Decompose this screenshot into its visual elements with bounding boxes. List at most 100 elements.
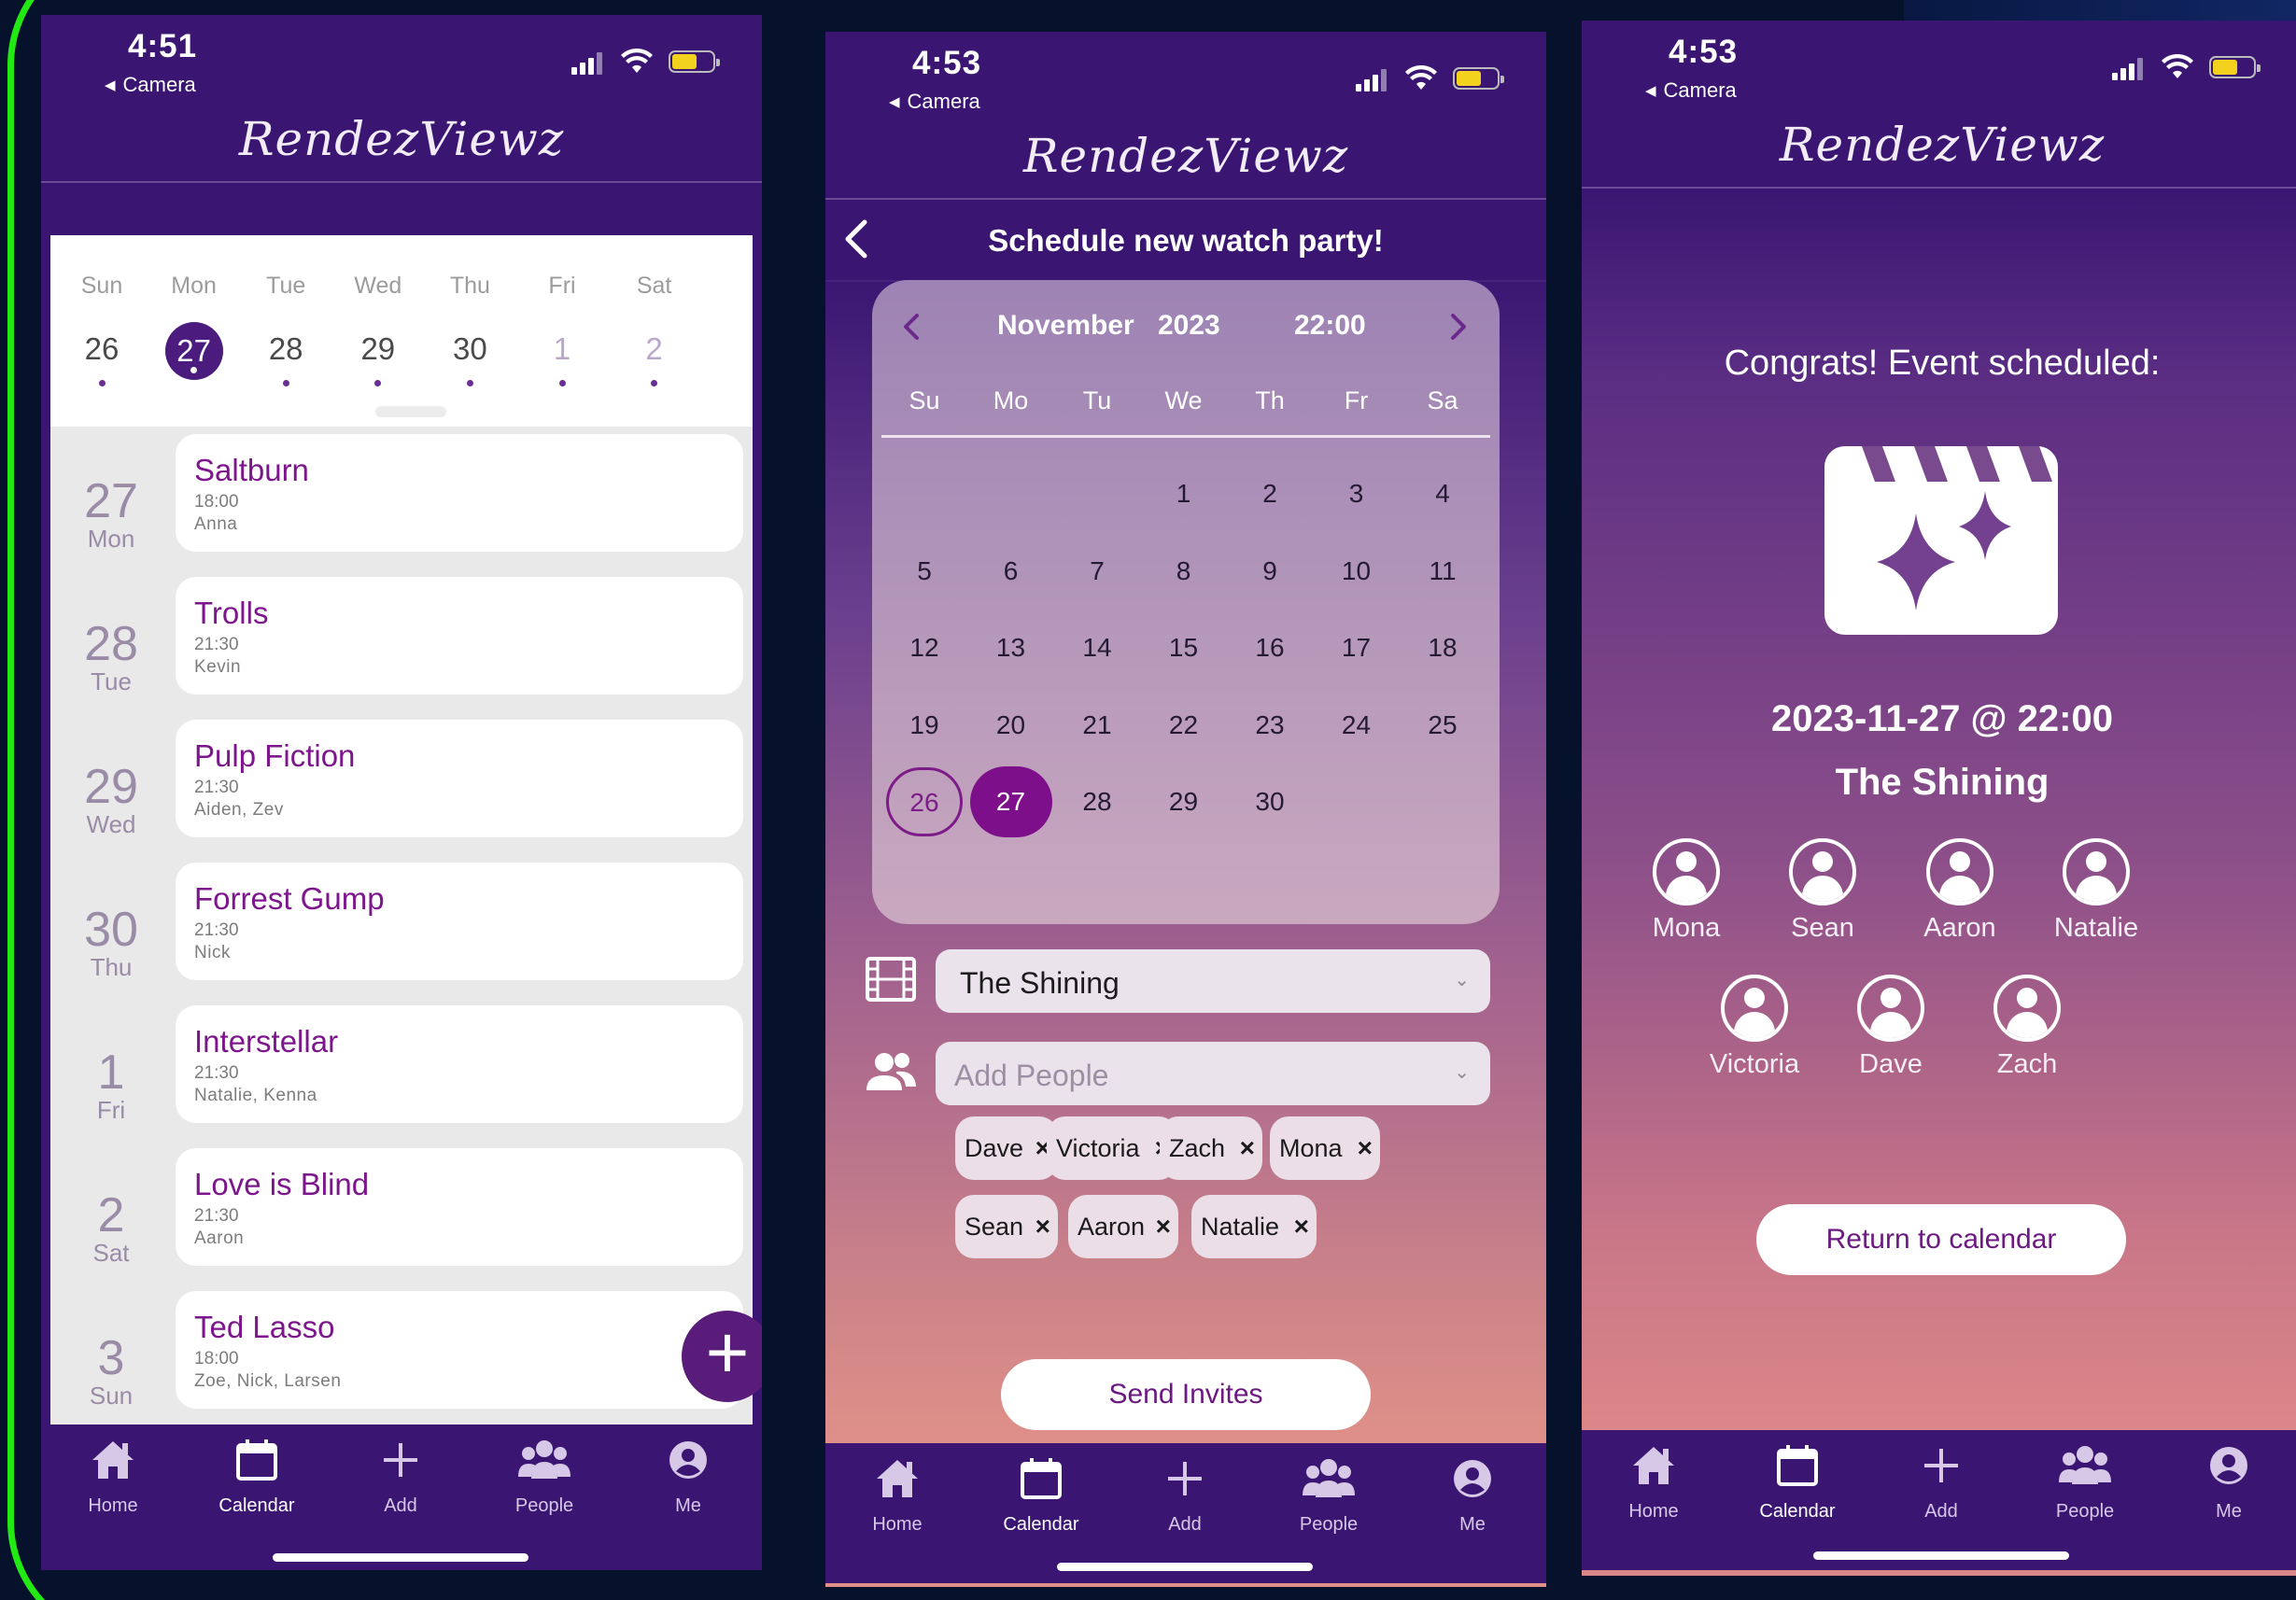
week-day-2[interactable]: Tue 28 <box>244 273 328 386</box>
tab-people[interactable]: People <box>2013 1441 2157 1523</box>
tab-me[interactable]: Me <box>1401 1454 1544 1536</box>
me-icon <box>2157 1441 2296 1495</box>
movie-select[interactable]: The Shining ⌄ <box>936 949 1490 1013</box>
event-card[interactable]: Ted Lasso 18:00 Zoe, Nick, Larsen <box>176 1291 743 1409</box>
tab-people[interactable]: People <box>1257 1454 1401 1536</box>
year-label[interactable]: 2023 <box>1158 310 1220 342</box>
drag-handle[interactable] <box>375 406 446 417</box>
calendar-day[interactable]: 5 <box>881 533 967 610</box>
remove-chip-icon[interactable]: × <box>1294 1195 1309 1258</box>
calendar-day[interactable]: 1 <box>1141 456 1227 532</box>
time-label[interactable]: 22:00 <box>1294 310 1366 342</box>
event-row: 30 Thu Forrest Gump 21:30 Nick <box>50 855 753 980</box>
avatar-icon <box>1653 838 1720 905</box>
calendar-day[interactable]: 24 <box>1314 687 1400 764</box>
event-card[interactable]: Forrest Gump 21:30 Nick <box>176 863 743 980</box>
avatar-icon <box>1789 838 1856 905</box>
prev-month-chevron-icon[interactable] <box>900 308 923 345</box>
attendee-name: Zach <box>1996 1049 2058 1079</box>
calendar-day[interactable]: 3 <box>1314 456 1400 532</box>
calendar-day[interactable]: 21 <box>1054 687 1140 764</box>
back-to-camera-link[interactable]: ◀ Camera <box>889 90 980 114</box>
send-invites-button[interactable]: Send Invites <box>1001 1359 1371 1430</box>
event-day-number: 30 <box>84 903 138 957</box>
remove-chip-icon[interactable]: × <box>1240 1116 1255 1180</box>
calendar-day[interactable]: 28 <box>1054 764 1140 840</box>
event-card[interactable]: Interstellar 21:30 Natalie, Kenna <box>176 1005 743 1123</box>
back-to-camera-link[interactable]: ◀ Camera <box>105 73 196 97</box>
calendar-day[interactable]: 16 <box>1227 610 1313 686</box>
week-day-3[interactable]: Wed 29 <box>336 273 420 386</box>
week-day-4[interactable]: Thu 30 <box>428 273 512 386</box>
tab-calendar[interactable]: Calendar <box>969 1454 1113 1536</box>
add-icon <box>329 1436 472 1490</box>
week-day-0[interactable]: Sun 26 <box>60 273 144 386</box>
week-day-name: Mon <box>171 273 217 299</box>
calendar-day[interactable]: 18 <box>1400 610 1486 686</box>
calendar-day[interactable]: 17 <box>1314 610 1400 686</box>
tab-calendar[interactable]: Calendar <box>185 1436 329 1517</box>
tab-home[interactable]: Home <box>41 1436 185 1517</box>
event-card[interactable]: Love is Blind 21:30 Aaron <box>176 1148 743 1266</box>
calendar-day[interactable]: 4 <box>1400 456 1486 532</box>
tab-home[interactable]: Home <box>1582 1441 1726 1523</box>
tab-people[interactable]: People <box>472 1436 616 1517</box>
event-card[interactable]: Saltburn 18:00 Anna <box>176 434 743 552</box>
calendar-day[interactable]: 12 <box>881 610 967 686</box>
tab-me[interactable]: Me <box>2157 1441 2296 1523</box>
calendar-day[interactable]: 29 <box>1141 764 1227 840</box>
week-day-6[interactable]: Sat 2 <box>613 273 697 386</box>
tab-me[interactable]: Me <box>616 1436 760 1517</box>
event-people: Natalie, Kenna <box>194 1086 317 1105</box>
week-day-name: Tue <box>266 273 306 299</box>
remove-chip-icon[interactable]: × <box>1156 1195 1171 1258</box>
calendar-day[interactable]: 23 <box>1227 687 1313 764</box>
event-people: Aiden, Zev <box>194 800 284 820</box>
calendar-day[interactable]: 14 <box>1054 610 1140 686</box>
calendar-day[interactable]: 20 <box>968 687 1054 764</box>
calendar-day[interactable]: 10 <box>1314 533 1400 610</box>
tab-add[interactable]: Add <box>1113 1454 1257 1536</box>
calendar-day[interactable]: 7 <box>1054 533 1140 610</box>
attendee-name: Victoria <box>1709 1049 1800 1079</box>
calendar-day[interactable]: 9 <box>1227 533 1313 610</box>
add-people-select[interactable]: Add People ⌄ <box>936 1042 1490 1105</box>
calendar-day[interactable]: 25 <box>1400 687 1486 764</box>
event-day-name: Sun <box>89 1382 134 1410</box>
next-month-chevron-icon[interactable] <box>1447 308 1470 345</box>
tab-calendar[interactable]: Calendar <box>1726 1441 1869 1523</box>
calendar-day[interactable]: 30 <box>1227 764 1313 840</box>
remove-chip-icon[interactable]: × <box>1358 1116 1373 1180</box>
person-chip: Victoria× <box>1047 1116 1177 1180</box>
remove-chip-icon[interactable]: × <box>1035 1195 1050 1258</box>
attendee-name: Aaron <box>1923 913 1996 943</box>
home-icon <box>41 1436 185 1490</box>
calendar-day[interactable]: 19 <box>881 687 967 764</box>
week-day-5[interactable]: Fri 1 <box>520 273 604 386</box>
calendar-day[interactable]: 15 <box>1141 610 1227 686</box>
chevron-down-icon: ⌄ <box>1454 1062 1470 1083</box>
calendar-day[interactable]: 2 <box>1227 456 1313 532</box>
event-date: 27 Mon <box>50 477 172 552</box>
calendar-day[interactable]: 13 <box>968 610 1054 686</box>
tab-add[interactable]: Add <box>1869 1441 2013 1523</box>
week-day-1[interactable]: Mon 27 <box>152 273 236 380</box>
calendar-day[interactable]: 26 <box>886 767 963 836</box>
week-day-name: Thu <box>449 273 490 299</box>
tab-home[interactable]: Home <box>825 1454 969 1536</box>
calendar-day[interactable]: 8 <box>1141 533 1227 610</box>
back-to-camera-link[interactable]: ◀ Camera <box>1645 78 1737 103</box>
calendar-day[interactable]: 27 <box>969 766 1052 837</box>
calendar-day[interactable]: 11 <box>1400 533 1486 610</box>
tab-add[interactable]: Add <box>329 1436 472 1517</box>
calendar-day[interactable]: 22 <box>1141 687 1227 764</box>
people-icon <box>866 1053 916 1090</box>
wifi-icon <box>1405 65 1437 90</box>
event-card[interactable]: Pulp Fiction 21:30 Aiden, Zev <box>176 720 743 837</box>
return-to-calendar-button[interactable]: Return to calendar <box>1756 1204 2126 1275</box>
month-label[interactable]: November <box>997 310 1134 342</box>
weekday-header: Sa <box>1427 386 1458 414</box>
event-card[interactable]: Trolls 21:30 Kevin <box>176 577 743 695</box>
attendee-name: Dave <box>1859 1049 1923 1079</box>
calendar-day[interactable]: 6 <box>968 533 1054 610</box>
